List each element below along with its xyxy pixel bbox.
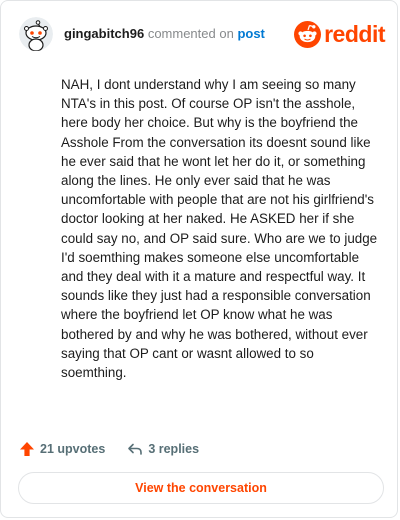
view-conversation-button[interactable]: View the conversation [18,472,384,504]
upvote-arrow-icon [20,442,34,456]
replies[interactable]: 3 replies [127,441,199,457]
comment-card: gingabitch96 commented on post reddit NA… [0,0,398,518]
brand-wordmark: reddit [324,21,385,47]
reply-arrow-icon [128,443,143,455]
replies-count: 3 replies [148,442,200,456]
post-link[interactable]: post [237,26,264,41]
comment-meta: 21 upvotes 3 replies [19,439,199,459]
reddit-brand[interactable]: reddit [294,20,385,48]
byline: gingabitch96 commented on post [64,26,265,42]
action-text: commented on [147,26,234,41]
snoo-avatar-icon[interactable] [19,17,53,51]
reddit-alien-icon [294,20,322,48]
upvotes[interactable]: 21 upvotes [19,441,105,457]
upvotes-count: 21 upvotes [40,442,106,456]
comment-header: gingabitch96 commented on post reddit [19,17,385,53]
username-link[interactable]: gingabitch96 [64,26,144,41]
comment-body: NAH, I dont understand why I am seeing s… [61,77,378,381]
